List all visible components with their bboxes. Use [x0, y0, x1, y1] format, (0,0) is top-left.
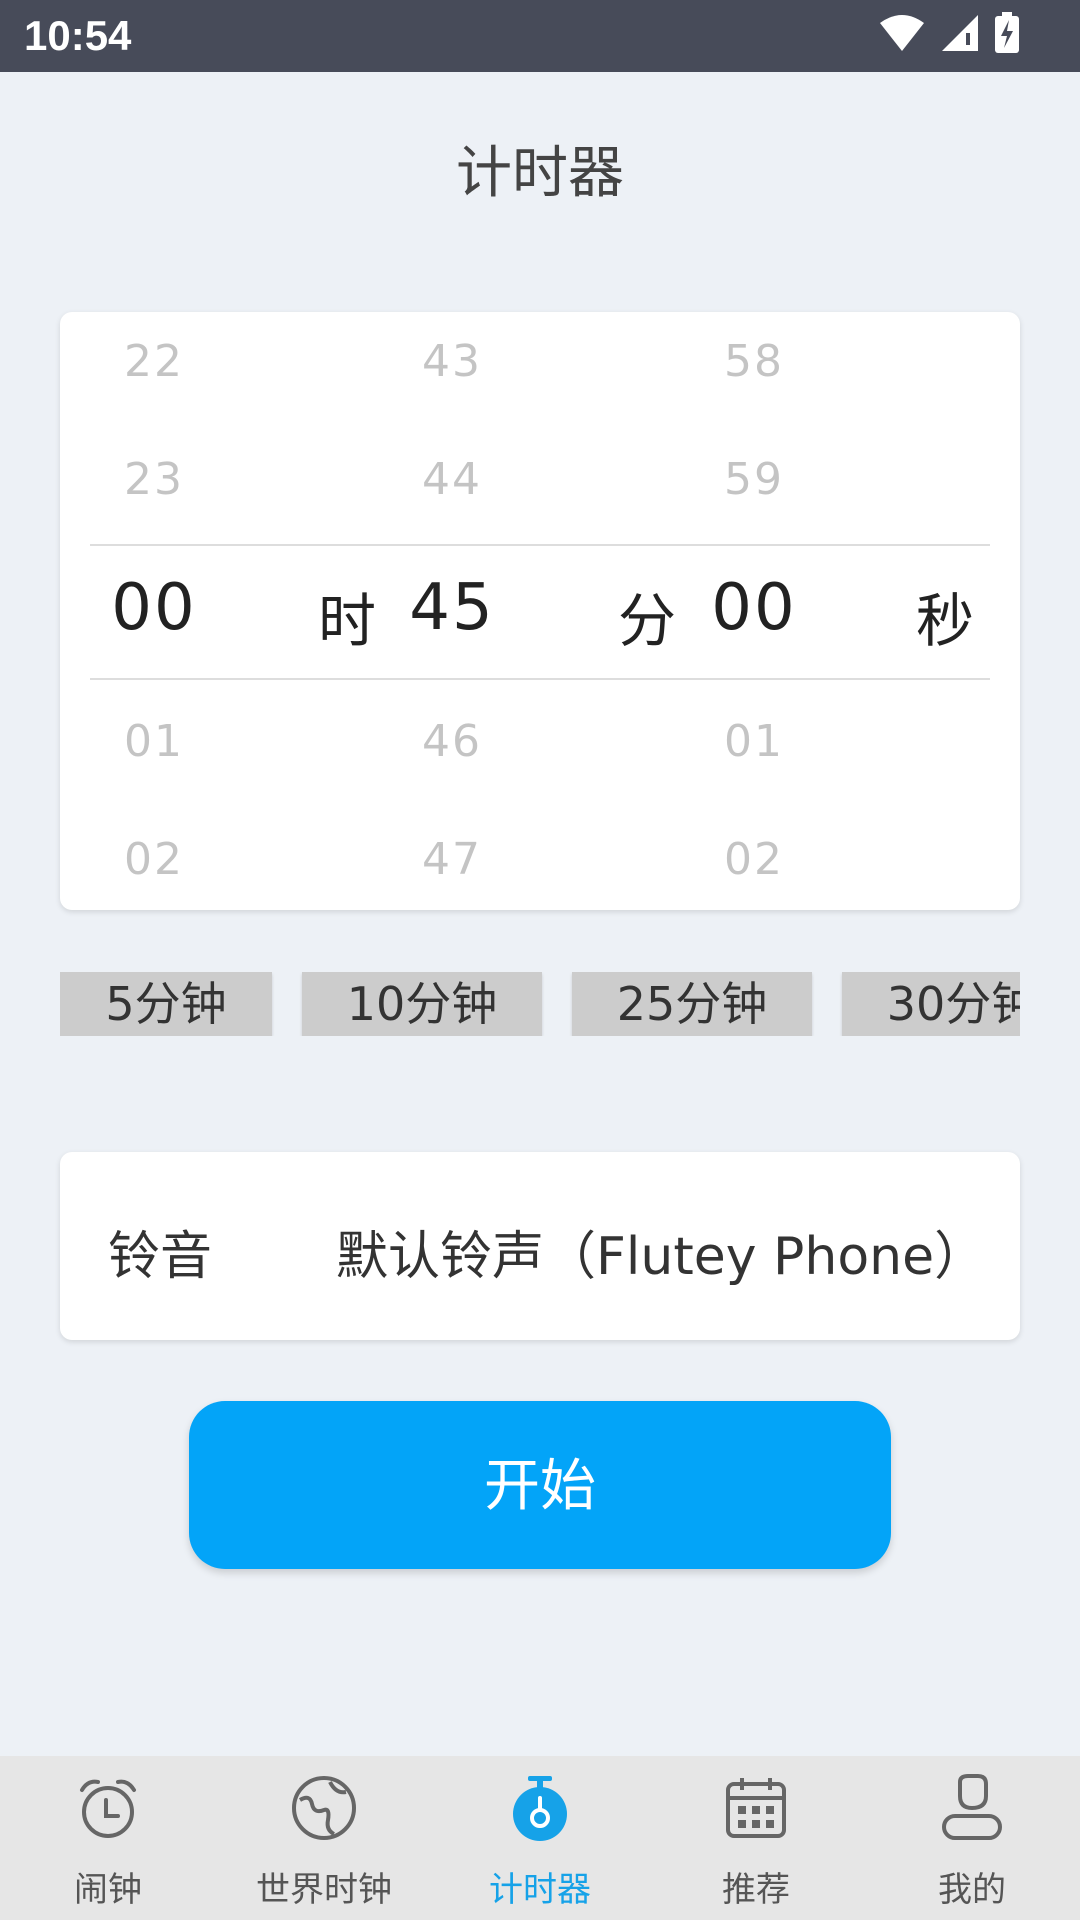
calendar-icon — [726, 1778, 786, 1838]
tab-timer[interactable]: 计时器 — [432, 1756, 648, 1920]
seconds-selected[interactable]: 00 — [664, 571, 844, 645]
minutes-option[interactable]: 47 — [362, 834, 542, 885]
preset-30min-button[interactable]: 30分钟 — [842, 972, 1020, 1036]
tab-recommend-label: 推荐 — [722, 1870, 790, 1910]
page-title: 计时器 — [456, 141, 624, 206]
signal-icon — [942, 15, 978, 51]
ringtone-row[interactable]: 铃音 默认铃声（Flutey Phone） — [60, 1152, 1020, 1340]
profile-icon — [942, 1774, 1002, 1840]
bottom-tab-bar: 闹钟 世界时钟 计时器 推荐 我的 — [0, 1756, 1080, 1920]
tab-timer-label: 计时器 — [489, 1870, 591, 1910]
battery-charging-icon — [995, 12, 1019, 53]
ringtone-label: 铃音 — [108, 1227, 213, 1287]
hours-selected[interactable]: 00 — [64, 571, 244, 645]
tab-world-clock-label: 世界时钟 — [256, 1870, 392, 1910]
preset-10min-button[interactable]: 10分钟 — [302, 972, 542, 1036]
hours-option[interactable]: 22 — [64, 336, 244, 387]
minutes-wheel[interactable]: 43 44 45 46 47 — [362, 312, 542, 910]
seconds-wheel[interactable]: 58 59 00 01 02 — [664, 312, 844, 910]
ringtone-value[interactable]: 默认铃声（Flutey Phone） — [336, 1214, 986, 1289]
hours-option[interactable]: 23 — [64, 454, 244, 505]
alarm-clock-icon — [80, 1779, 136, 1838]
minutes-option[interactable]: 46 — [362, 716, 542, 767]
status-time: 10:54 — [24, 12, 132, 59]
tab-world-clock[interactable]: 世界时钟 — [216, 1756, 432, 1920]
time-picker[interactable]: 22 23 00 01 02 时 43 44 45 46 47 分 58 59 … — [60, 312, 1020, 910]
stopwatch-icon — [513, 1776, 567, 1841]
seconds-option[interactable]: 58 — [664, 336, 844, 387]
hours-option[interactable]: 01 — [64, 716, 244, 767]
wifi-icon — [880, 15, 924, 51]
seconds-option[interactable]: 59 — [664, 454, 844, 505]
preset-duration-row: 5分钟 10分钟 25分钟 30分钟 — [60, 972, 1020, 1036]
seconds-unit-label: 秒 — [916, 587, 975, 655]
tab-recommend[interactable]: 推荐 — [648, 1756, 864, 1920]
status-bar: 10:54 — [0, 0, 1080, 72]
tab-alarm-label: 闹钟 — [74, 1870, 142, 1910]
tab-profile-label: 我的 — [938, 1870, 1006, 1910]
globe-icon — [292, 1776, 356, 1840]
status-icons — [878, 12, 1020, 54]
start-button[interactable]: 开始 — [189, 1401, 891, 1569]
preset-25min-button[interactable]: 25分钟 — [572, 972, 812, 1036]
seconds-option[interactable]: 01 — [664, 716, 844, 767]
minutes-selected[interactable]: 45 — [362, 571, 542, 645]
hours-wheel[interactable]: 22 23 00 01 02 — [64, 312, 244, 910]
preset-5min-button[interactable]: 5分钟 — [60, 972, 272, 1036]
seconds-option[interactable]: 02 — [664, 834, 844, 885]
tab-alarm[interactable]: 闹钟 — [0, 1756, 216, 1920]
hours-option[interactable]: 02 — [64, 834, 244, 885]
tab-profile[interactable]: 我的 — [864, 1756, 1080, 1920]
minutes-option[interactable]: 43 — [362, 336, 542, 387]
minutes-option[interactable]: 44 — [362, 454, 542, 505]
